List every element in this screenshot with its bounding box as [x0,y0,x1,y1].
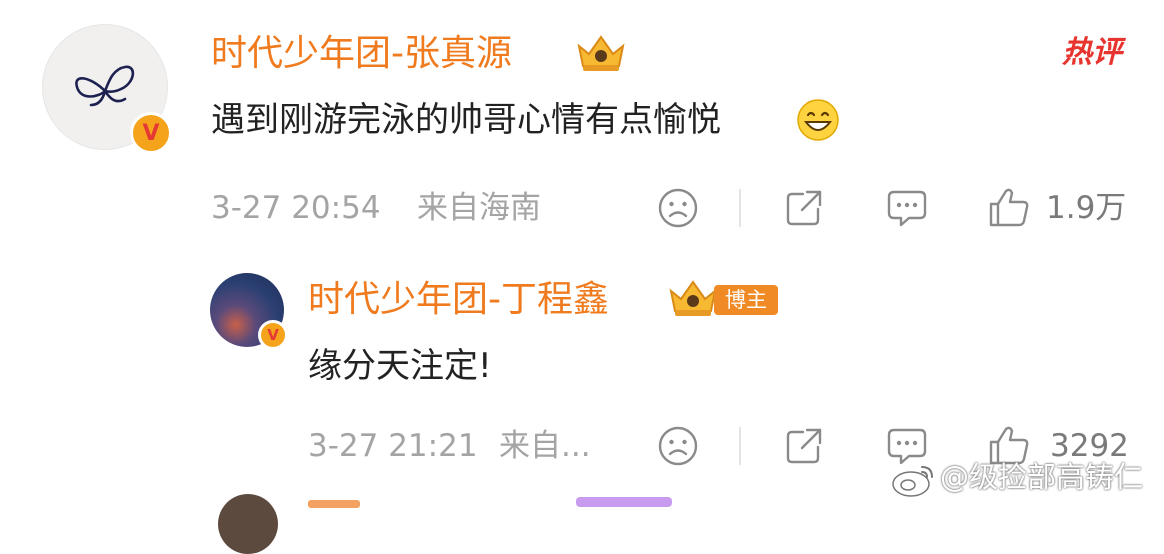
next-comment-badge-fragment [576,497,672,507]
hot-comment-label: 热评 [1062,35,1122,70]
comment-item: V 时代少年团-张真源 热评 遇到刚游完泳的帅哥心情有点愉悦 3-27 20:5… [0,0,1164,250]
verified-badge: V [258,320,288,350]
comment-text: 缘分天注定! [308,346,492,386]
sad-face-icon[interactable] [657,187,699,229]
username[interactable]: 时代少年团-张真源 [211,34,512,74]
author-tag: 博主 [714,285,778,315]
crown-icon [669,280,717,316]
next-comment-avatar[interactable] [218,494,278,554]
emoji-grin-icon [797,99,839,141]
weibo-logo-icon [892,466,933,497]
next-comment-username-fragment [308,500,360,508]
divider [739,427,741,465]
thumb-up-icon[interactable] [987,185,1031,229]
watermark: @级捡部高铸仁 [940,460,1144,494]
verified-badge: V [130,112,172,154]
comment-icon[interactable] [885,186,929,230]
share-icon[interactable] [783,425,825,467]
share-icon[interactable] [783,187,825,229]
comment-time: 3-27 20:54 [211,190,381,226]
crown-icon [577,35,625,71]
comment-time: 3-27 21:21 [308,428,478,464]
comment-item: V 时代少年团-丁程鑫 博主 缘分天注定! 3-27 21:21 来自... 3… [0,250,1164,490]
divider [739,189,741,227]
like-count: 1.9万 [1046,190,1127,226]
username[interactable]: 时代少年团-丁程鑫 [308,280,609,320]
comment-text: 遇到刚游完泳的帅哥心情有点愉悦 [211,100,721,140]
comment-location: 来自... [499,428,591,464]
comment-location: 来自海南 [417,190,541,226]
sad-face-icon[interactable] [657,425,699,467]
